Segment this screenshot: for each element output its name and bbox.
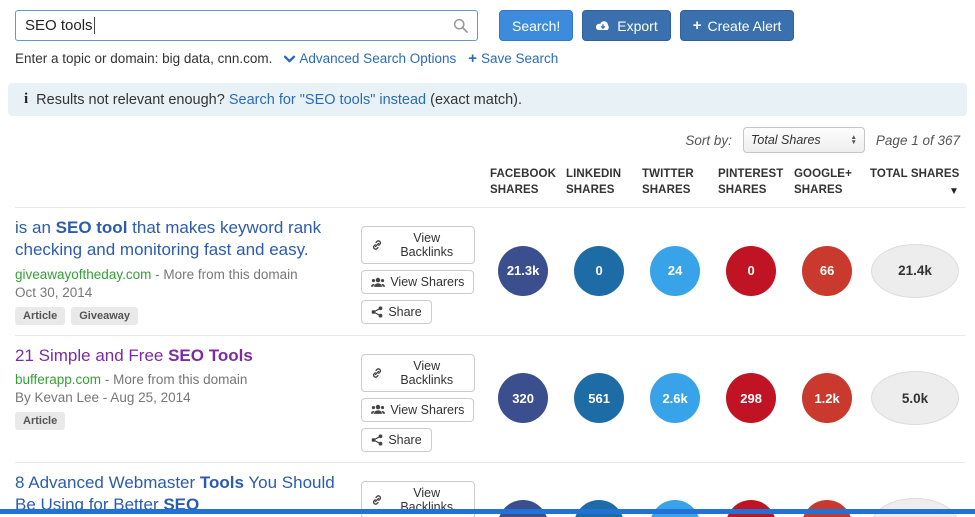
search-button[interactable]: Search! xyxy=(499,10,573,41)
result-domain-line: giveawayoftheday.com - More from this do… xyxy=(15,267,361,282)
total-shares-count: 4.8k xyxy=(871,498,959,517)
export-button[interactable]: Export xyxy=(582,10,670,41)
linkedin-shares-count: 561 xyxy=(574,373,624,423)
table-header: FACEBOOK SHARESLINKEDIN SHARESTWITTER SH… xyxy=(0,167,975,198)
sort-by-label: Sort by: xyxy=(685,133,732,148)
result-title-link[interactable]: 21 Simple and Free SEO Tools xyxy=(15,345,360,367)
tag-badge: Giveaway xyxy=(71,307,138,325)
column-header: TWITTER SHARES xyxy=(642,167,718,198)
facebook-shares-count: 21.3k xyxy=(498,246,548,296)
chevron-down-icon xyxy=(284,55,295,63)
plus-icon: + xyxy=(468,50,477,67)
more-from-domain-link[interactable]: More from this domain xyxy=(163,267,297,282)
search-toolbar: SEO tools Search! Export + Create Alert xyxy=(0,0,975,41)
sort-controls: Sort by: Total Shares ▲▼ Page 1 of 367 xyxy=(0,127,975,153)
users-icon xyxy=(371,277,385,288)
search-icon xyxy=(453,18,468,33)
twitter-shares-count: 2.6k xyxy=(650,373,700,423)
relevance-notice: i Results not relevant enough? Search fo… xyxy=(8,83,967,116)
text-caret xyxy=(94,17,95,34)
helper-text: Enter a topic or domain: big data, cnn.c… xyxy=(15,51,272,66)
exact-match-search-link[interactable]: Search for "SEO tools" instead xyxy=(229,92,426,108)
column-header: PINTEREST SHARES xyxy=(718,167,794,198)
result-domain-line: bufferapp.com - More from this domain xyxy=(15,372,361,387)
result-domain-link[interactable]: giveawayoftheday.com xyxy=(15,267,151,282)
view-sharers-button[interactable]: View Sharers xyxy=(361,398,474,422)
result-title-link[interactable]: is an SEO tool that makes keyword rank c… xyxy=(15,217,360,262)
linkedin-shares-count: 0 xyxy=(574,246,624,296)
link-icon xyxy=(371,494,383,506)
search-helper: Enter a topic or domain: big data, cnn.c… xyxy=(0,50,975,67)
users-icon xyxy=(371,404,385,415)
search-results-page: SEO tools Search! Export + Create Alert … xyxy=(0,0,975,517)
sort-select[interactable]: Total Shares ▲▼ xyxy=(743,127,865,153)
result-tags: Article xyxy=(15,412,361,430)
result-row: is an SEO tool that makes keyword rank c… xyxy=(15,207,965,335)
result-tags: Article Giveaway xyxy=(15,307,361,325)
total-shares-count: 5.0k xyxy=(871,371,959,425)
page-indicator: Page 1 of 367 xyxy=(876,133,960,148)
link-icon xyxy=(371,239,383,251)
pinterest-shares-count: 298 xyxy=(726,373,776,423)
results-list: is an SEO tool that makes keyword rank c… xyxy=(0,207,975,517)
more-from-domain-link[interactable]: More from this domain xyxy=(113,372,247,387)
result-row: 21 Simple and Free SEO Tools bufferapp.c… xyxy=(15,335,965,462)
column-header: LINKEDIN SHARES xyxy=(566,167,642,198)
select-arrows-icon: ▲▼ xyxy=(850,135,856,145)
tag-badge: Article xyxy=(15,412,65,430)
search-input[interactable]: SEO tools xyxy=(15,10,478,41)
pinterest-shares-count: 0 xyxy=(726,246,776,296)
search-input-value: SEO tools xyxy=(25,17,93,34)
link-icon xyxy=(371,367,383,379)
column-header: FACEBOOK SHARES xyxy=(490,167,566,198)
share-icon xyxy=(371,306,383,318)
column-header: TOTAL SHARES▼ xyxy=(870,167,975,198)
advanced-search-options-link[interactable]: Advanced Search Options xyxy=(284,51,456,66)
view-backlinks-button[interactable]: View Backlinks xyxy=(361,226,475,264)
share-button[interactable]: Share xyxy=(361,300,431,324)
facebook-shares-count: 320 xyxy=(498,373,548,423)
total-shares-count: 21.4k xyxy=(871,244,959,298)
twitter-shares-count: 24 xyxy=(650,246,700,296)
bottom-edge-bar xyxy=(0,509,975,514)
plus-icon: + xyxy=(693,18,702,33)
result-domain-link[interactable]: bufferapp.com xyxy=(15,372,101,387)
sort-selected-value: Total Shares xyxy=(751,133,821,147)
view-backlinks-button[interactable]: View Backlinks xyxy=(361,354,475,392)
save-search-link[interactable]: + Save Search xyxy=(468,50,558,67)
cloud-download-icon xyxy=(595,20,611,32)
share-button[interactable]: Share xyxy=(361,428,431,452)
result-byline: By Kevan Lee - Aug 25, 2014 xyxy=(15,390,361,405)
tag-badge: Article xyxy=(15,307,65,325)
view-sharers-button[interactable]: View Sharers xyxy=(361,270,474,294)
googleplus-shares-count: 1.2k xyxy=(802,373,852,423)
share-icon xyxy=(371,434,383,446)
sort-direction-icon[interactable]: ▼ xyxy=(949,185,959,199)
result-byline: Oct 30, 2014 xyxy=(15,285,361,300)
notice-text: Results not relevant enough? Search for … xyxy=(36,92,522,108)
create-alert-button[interactable]: + Create Alert xyxy=(680,10,795,41)
info-icon: i xyxy=(24,91,28,108)
googleplus-shares-count: 66 xyxy=(802,246,852,296)
column-header: GOOGLE+ SHARES xyxy=(794,167,870,198)
